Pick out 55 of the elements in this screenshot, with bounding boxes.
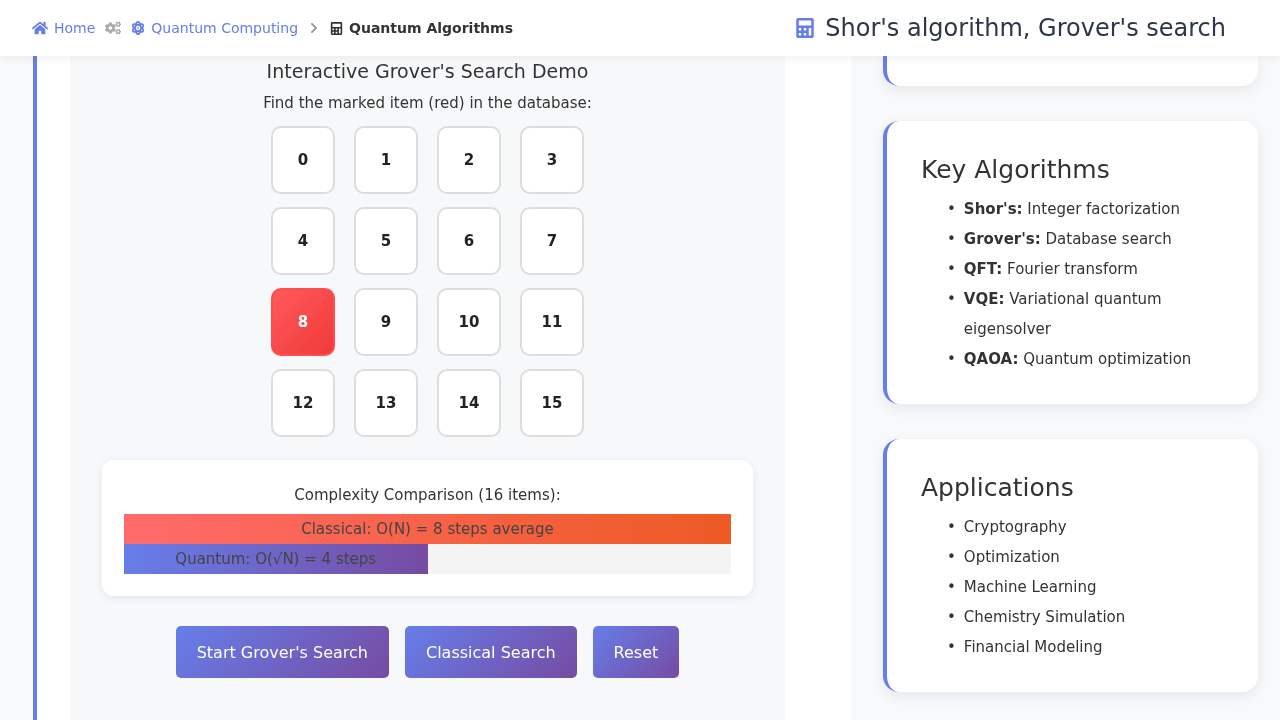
gears-icon xyxy=(105,20,122,36)
quantum-bar: Quantum: O(√N) = 4 steps xyxy=(124,544,428,574)
database-item[interactable]: 0 xyxy=(271,126,335,194)
chevron-icon xyxy=(308,22,320,34)
bullet-mark: • xyxy=(947,259,956,280)
list-item: Machine Learning xyxy=(963,577,1097,598)
list-item: QAOA: Quantum optimization xyxy=(963,349,1192,370)
list-item: Cryptography xyxy=(963,517,1067,538)
list-item: Chemistry Simulation xyxy=(963,607,1126,628)
home-icon xyxy=(32,20,48,36)
database-item[interactable]: 6 xyxy=(437,207,501,275)
breadcrumb-link[interactable]: Quantum Computing xyxy=(131,20,298,36)
database-item[interactable]: 5 xyxy=(354,207,418,275)
bullet-mark: • xyxy=(947,547,956,568)
current-page-link[interactable]: Quantum Algorithms xyxy=(330,20,513,36)
database-item[interactable]: 13 xyxy=(354,369,418,437)
page-title-text: Shor's algorithm, Grover's search xyxy=(825,14,1226,42)
database-item[interactable]: 3 xyxy=(520,126,584,194)
database-item[interactable]: 12 xyxy=(271,369,335,437)
breadcrumb-link[interactable]: Home xyxy=(32,20,96,36)
card-title: Applications xyxy=(921,473,1075,502)
bullet-mark: • xyxy=(947,517,956,538)
database-item[interactable]: 11 xyxy=(520,288,584,356)
database-item[interactable]: 9 xyxy=(354,288,418,356)
list-item: Optimization xyxy=(963,547,1060,568)
action-button[interactable]: Reset xyxy=(592,626,680,678)
bullet-mark: • xyxy=(947,607,956,628)
classical-bar: Classical: O(N) = 8 steps average xyxy=(124,514,731,544)
list-item: Shor's: Integer factorization xyxy=(963,199,1180,220)
atom-icon xyxy=(131,21,146,35)
instruction-text: Find the marked item (red) in the database: xyxy=(263,94,592,112)
database-item[interactable]: 2 xyxy=(437,126,501,194)
list-item: QFT: Fourier transform xyxy=(963,259,1138,280)
bullet-mark: • xyxy=(947,577,956,598)
list-item: Grover's: Database search xyxy=(963,229,1172,250)
database-item[interactable]: 7 xyxy=(520,207,584,275)
action-button[interactable]: Start Grover's Search xyxy=(175,626,389,678)
bullet-mark: • xyxy=(947,229,956,250)
bullet-mark: • xyxy=(947,289,956,310)
database-item[interactable]: 15 xyxy=(520,369,584,437)
comparison-title: Complexity Comparison (16 items): xyxy=(294,486,561,504)
database-item[interactable]: 1 xyxy=(354,126,418,194)
bullet-mark: • xyxy=(947,349,956,370)
calculator-icon xyxy=(330,21,343,35)
database-item[interactable]: 14 xyxy=(437,369,501,437)
demo-title: Interactive Grover's Search Demo xyxy=(266,60,589,82)
list-item: VQE: Variational quantum eigensolver xyxy=(963,289,1163,340)
calculator-icon xyxy=(795,18,816,38)
card-title: Key Algorithms xyxy=(921,155,1111,184)
bullet-mark: • xyxy=(947,199,956,220)
bullet-mark: • xyxy=(947,637,956,658)
list-item: Financial Modeling xyxy=(963,637,1103,658)
database-item[interactable]: 10 xyxy=(437,288,501,356)
action-button[interactable]: Classical Search xyxy=(404,626,577,678)
database-item[interactable]: 4 xyxy=(271,207,335,275)
